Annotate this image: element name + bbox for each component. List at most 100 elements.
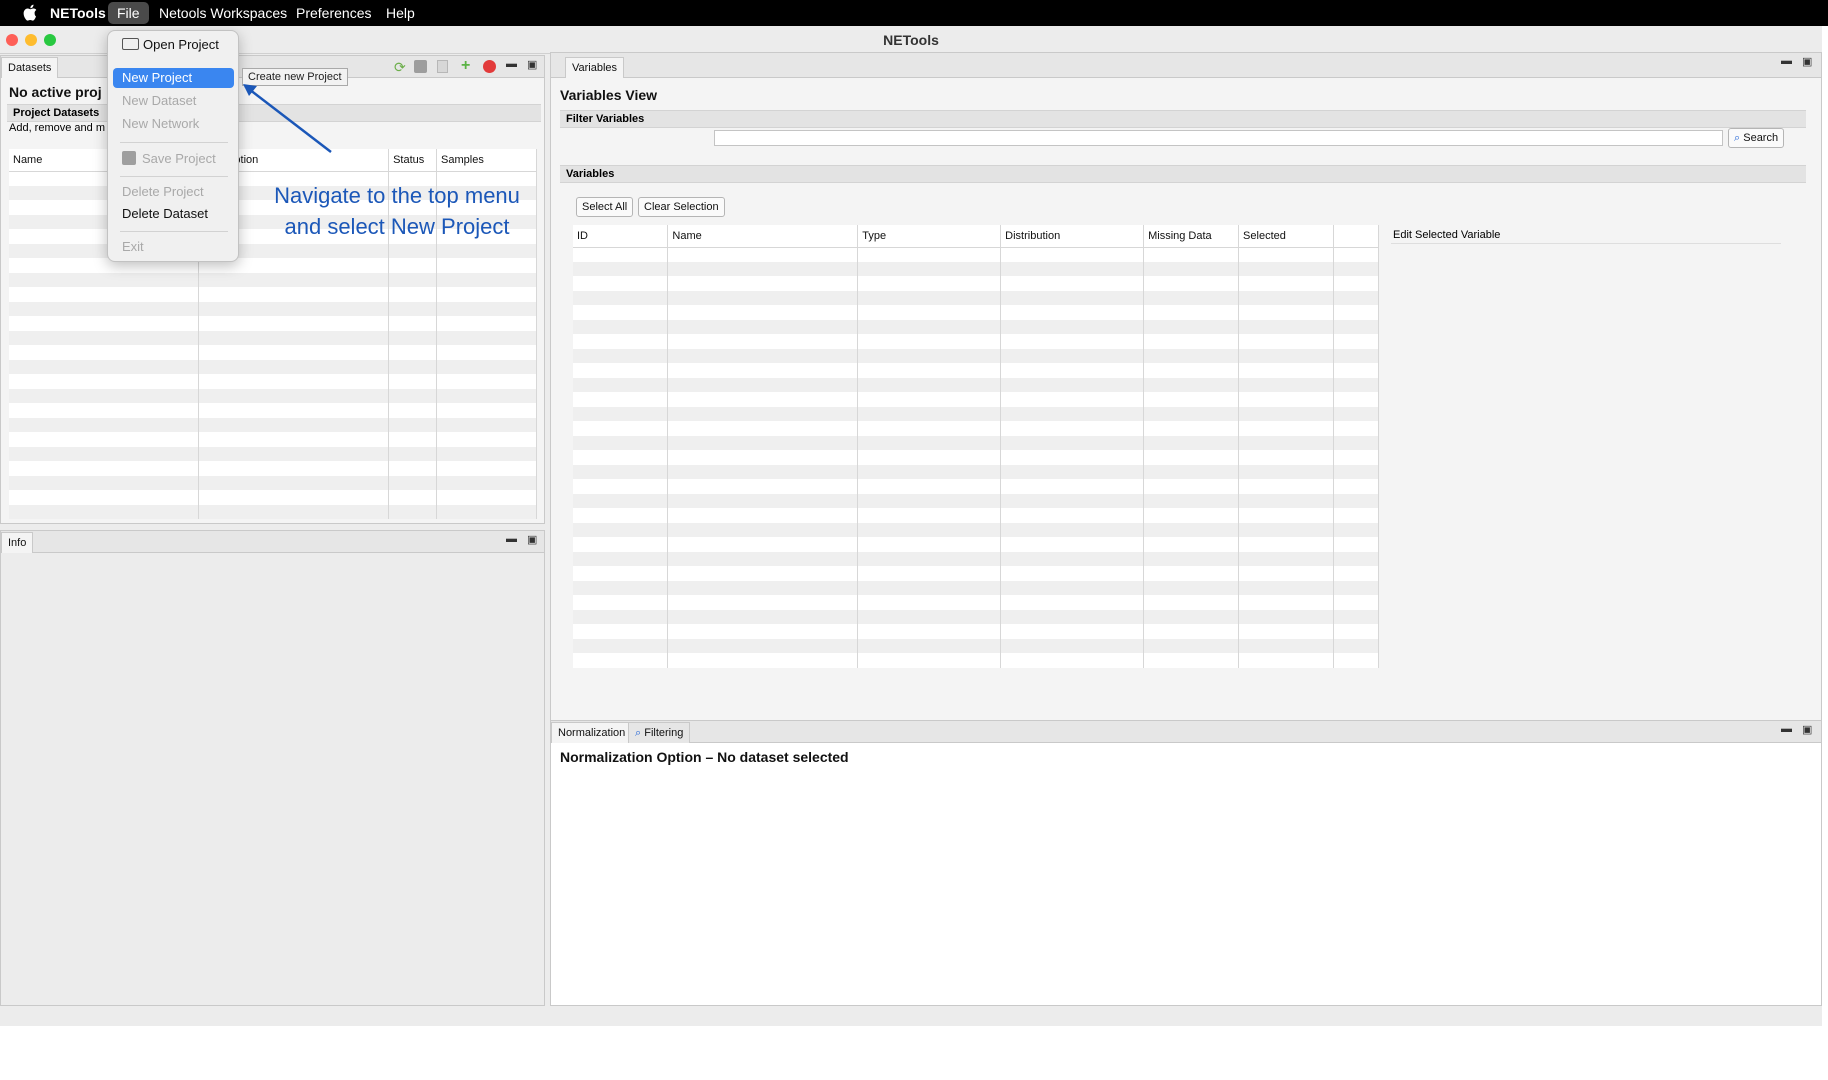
menu-item-new-project[interactable]: New Project bbox=[113, 68, 234, 88]
table-row[interactable] bbox=[573, 406, 1379, 421]
table-row[interactable] bbox=[573, 638, 1379, 653]
table-row[interactable] bbox=[573, 580, 1379, 595]
table-row[interactable] bbox=[573, 348, 1379, 363]
menu-item-new-network[interactable]: New Network bbox=[122, 114, 199, 134]
table-row[interactable] bbox=[573, 247, 1379, 262]
table-row[interactable] bbox=[573, 595, 1379, 610]
table-row[interactable] bbox=[573, 522, 1379, 537]
col-missing-data[interactable]: Missing Data bbox=[1143, 225, 1240, 248]
table-row[interactable] bbox=[573, 624, 1379, 639]
minimize-panel-icon[interactable]: ▬ bbox=[506, 58, 517, 70]
minimize-panel-icon[interactable]: ▬ bbox=[1781, 723, 1792, 735]
menu-item-exit[interactable]: Exit bbox=[122, 237, 144, 257]
menu-item-new-dataset[interactable]: New Dataset bbox=[122, 91, 196, 111]
variables-table[interactable]: ID Name Type Distribution Missing Data S… bbox=[573, 225, 1379, 668]
table-row[interactable] bbox=[9, 403, 537, 418]
table-row[interactable] bbox=[9, 301, 537, 316]
export-icon[interactable] bbox=[437, 60, 448, 73]
table-row[interactable] bbox=[573, 653, 1379, 668]
table-row[interactable] bbox=[573, 464, 1379, 479]
table-row[interactable] bbox=[9, 345, 537, 360]
search-button[interactable]: ⌕ Search bbox=[1728, 128, 1785, 148]
col-samples[interactable]: Samples bbox=[436, 149, 537, 172]
maximize-panel-icon[interactable]: ▣ bbox=[527, 533, 537, 546]
col-id[interactable]: ID bbox=[573, 225, 669, 248]
table-row[interactable] bbox=[9, 388, 537, 403]
minimize-panel-icon[interactable]: ▬ bbox=[1781, 55, 1792, 67]
table-row[interactable] bbox=[573, 609, 1379, 624]
table-row[interactable] bbox=[573, 319, 1379, 334]
table-cell bbox=[1000, 348, 1145, 363]
table-row[interactable] bbox=[573, 421, 1379, 436]
table-row[interactable] bbox=[9, 461, 537, 476]
close-window-icon[interactable] bbox=[6, 34, 18, 46]
table-row[interactable] bbox=[9, 432, 537, 447]
tab-variables[interactable]: Variables bbox=[565, 57, 625, 78]
table-row[interactable] bbox=[573, 479, 1379, 494]
menu-file[interactable]: File bbox=[108, 2, 149, 24]
maximize-panel-icon[interactable]: ▣ bbox=[527, 58, 537, 71]
tab-filtering[interactable]: ⌕ Filtering bbox=[628, 722, 691, 743]
clear-selection-button[interactable]: Clear Selection bbox=[638, 197, 725, 217]
table-row[interactable] bbox=[9, 258, 537, 273]
tab-normalization[interactable]: Normalization bbox=[551, 722, 633, 743]
menu-item-delete-project[interactable]: Delete Project bbox=[122, 182, 204, 202]
table-row[interactable] bbox=[573, 334, 1379, 349]
table-row[interactable] bbox=[9, 490, 537, 505]
col-status[interactable]: Status bbox=[388, 149, 438, 172]
table-row[interactable] bbox=[9, 504, 537, 519]
table-cell bbox=[1238, 334, 1334, 349]
col-distribution[interactable]: Distribution bbox=[1000, 225, 1145, 248]
maximize-panel-icon[interactable]: ▣ bbox=[1802, 55, 1812, 68]
col-selected[interactable]: Selected bbox=[1238, 225, 1334, 248]
filter-search-input[interactable] bbox=[714, 130, 1723, 146]
table-row[interactable] bbox=[573, 551, 1379, 566]
table-row[interactable] bbox=[9, 446, 537, 461]
app-menu[interactable]: NETools bbox=[41, 0, 115, 26]
table-row[interactable] bbox=[9, 316, 537, 331]
table-row[interactable] bbox=[573, 261, 1379, 276]
col-var-name[interactable]: Name bbox=[667, 225, 859, 248]
table-row[interactable] bbox=[573, 508, 1379, 523]
menu-item-delete-dataset[interactable]: Delete Dataset bbox=[122, 204, 208, 224]
menu-item-save-project[interactable]: Save Project bbox=[122, 149, 216, 169]
zoom-window-icon[interactable] bbox=[44, 34, 56, 46]
minimize-window-icon[interactable] bbox=[25, 34, 37, 46]
table-row[interactable] bbox=[9, 374, 537, 389]
table-row[interactable] bbox=[573, 493, 1379, 508]
select-all-button[interactable]: Select All bbox=[576, 197, 634, 217]
table-row[interactable] bbox=[573, 450, 1379, 465]
table-row[interactable] bbox=[9, 475, 537, 490]
minimize-panel-icon[interactable]: ▬ bbox=[506, 533, 517, 545]
table-row[interactable] bbox=[573, 537, 1379, 552]
table-row[interactable] bbox=[573, 566, 1379, 581]
add-icon[interactable]: + bbox=[461, 57, 470, 75]
table-row[interactable] bbox=[573, 377, 1379, 392]
menu-help[interactable]: Help bbox=[377, 0, 424, 26]
remove-icon[interactable] bbox=[483, 60, 496, 73]
table-cell bbox=[857, 247, 1002, 262]
table-row[interactable] bbox=[9, 243, 537, 258]
maximize-panel-icon[interactable]: ▣ bbox=[1802, 723, 1812, 736]
col-extra[interactable] bbox=[1333, 225, 1379, 248]
refresh-icon[interactable]: ⟳ bbox=[394, 59, 406, 76]
table-row[interactable] bbox=[573, 435, 1379, 450]
menu-item-open-project[interactable]: Open Project bbox=[122, 35, 219, 55]
menu-netools-workspaces[interactable]: Netools Workspaces bbox=[150, 0, 296, 26]
table-row[interactable] bbox=[9, 287, 537, 302]
tab-info[interactable]: Info bbox=[1, 532, 34, 553]
table-row[interactable] bbox=[9, 359, 537, 374]
col-type[interactable]: Type bbox=[857, 225, 1002, 248]
tab-datasets[interactable]: Datasets bbox=[1, 57, 59, 78]
table-row[interactable] bbox=[9, 417, 537, 432]
table-row[interactable] bbox=[573, 276, 1379, 291]
table-row[interactable] bbox=[573, 305, 1379, 320]
table-cell bbox=[1143, 638, 1240, 653]
table-row[interactable] bbox=[573, 290, 1379, 305]
save-icon[interactable] bbox=[414, 60, 427, 73]
table-row[interactable] bbox=[573, 363, 1379, 378]
table-row[interactable] bbox=[573, 392, 1379, 407]
table-row[interactable] bbox=[9, 272, 537, 287]
table-row[interactable] bbox=[9, 330, 537, 345]
menu-preferences[interactable]: Preferences bbox=[287, 0, 380, 26]
